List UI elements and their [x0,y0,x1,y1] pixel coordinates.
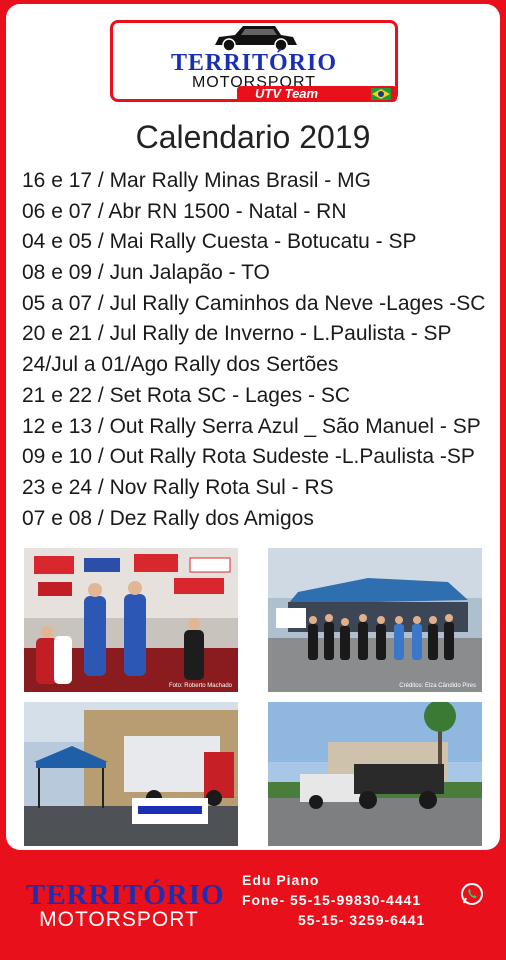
photo-credit: Créditos: Elza Cândido Pires [399,683,476,689]
territorio-logo: TERRITÓRIO MOTORSPORT UTV Team [110,20,398,102]
utv-team-tag: UTV Team [237,86,397,102]
event-item: 04 e 05 / Mai Rally Cuesta - Botucatu - … [22,230,417,254]
utv-team-label: UTV Team [255,86,319,101]
whatsapp-icon [461,883,483,905]
team-group-photo: Créditos: Elza Cândido Pires [268,548,482,692]
utv-trailer-photo [268,702,482,846]
event-list: 16 e 17 / Mar Rally Minas Brasil - MG 06… [22,166,502,534]
page-title: Calendario 2019 [135,119,371,155]
event-item: 21 e 22 / Set Rota SC - Lages - SC [22,383,351,407]
event-item: 07 e 08 / Dez Rally dos Amigos [22,506,314,530]
event-item: 09 e 10 / Out Rally Rota Sudeste -L.Paul… [22,445,475,469]
event-item: 20 e 21 / Jul Rally de Inverno - L.Pauli… [22,322,452,346]
logo-title: TERRITÓRIO [170,50,338,76]
brazil-flag-icon [371,88,391,100]
event-item: 08 e 09 / Jun Jalapão - TO [22,261,270,285]
podium-photo: Foto: Roberto Machado [24,548,238,692]
service-tent-photo [24,702,238,846]
photo-credit: Foto: Roberto Machado [168,683,232,689]
poster-frame: TERRITÓRIO MOTORSPORT UTV Team Calendari… [0,0,506,960]
event-item: 05 a 07 / Jul Rally Caminhos da Neve -La… [22,291,486,315]
footer-logo-subtitle: MOTORSPORT [39,908,199,931]
event-item: 06 e 07 / Abr RN 1500 - Natal - RN [22,199,347,223]
contact-phone-1: Fone- 55-15-99830-4441 [242,892,422,908]
footer-logo-title: TERRITÓRIO [26,879,225,911]
event-item: 12 e 13 / Out Rally Serra Azul _ São Man… [22,414,481,438]
contact-name: Edu Piano [242,872,320,888]
contact-phone-2: 55-15- 3259-6441 [298,912,426,928]
event-item: 16 e 17 / Mar Rally Minas Brasil - MG [22,169,371,192]
utv-car-icon [215,26,297,51]
event-item: 24/Jul a 01/Ago Rally dos Sertões [22,353,339,377]
event-item: 23 e 24 / Nov Rally Rota Sul - RS [22,475,334,499]
